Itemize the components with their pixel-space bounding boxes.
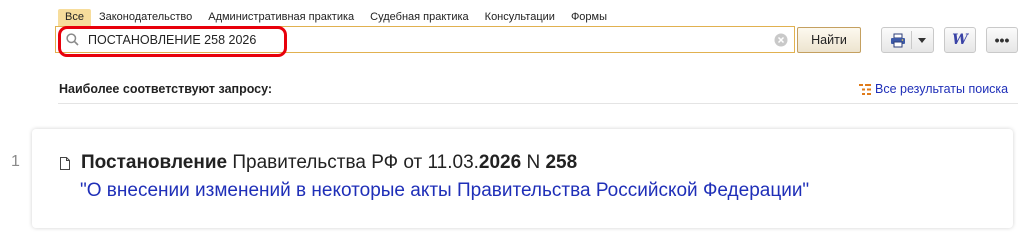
result-subtitle-link[interactable]: "О внесении изменений в некоторые акты П…	[80, 180, 809, 202]
print-icon	[891, 33, 905, 48]
filter-tabs: Все Законодательство Административная пр…	[58, 9, 615, 26]
title-part: 2026	[478, 152, 522, 173]
title-part: Постановление	[81, 152, 228, 173]
chevron-down-icon[interactable]	[918, 38, 926, 43]
result-number: 1	[11, 153, 20, 170]
result-title[interactable]: Постановление Правительства РФ от 11.03.…	[81, 152, 577, 174]
export-word-button[interactable]: W	[944, 27, 976, 53]
title-part: 258	[545, 152, 578, 173]
more-button[interactable]: •••	[986, 27, 1018, 53]
tab-judicial-practice[interactable]: Судебная практика	[362, 9, 476, 26]
all-results-link[interactable]: Все результаты поиска	[859, 82, 1008, 96]
search-input[interactable]	[88, 30, 778, 50]
print-divider	[911, 31, 912, 49]
print-button[interactable]	[881, 27, 934, 53]
search-icon	[66, 33, 79, 46]
results-heading: Наиболее соответствуют запросу:	[59, 82, 273, 96]
word-icon: W	[952, 32, 968, 48]
title-part: N	[521, 152, 546, 173]
search-box	[55, 26, 795, 53]
document-icon	[60, 157, 70, 170]
title-part: Правительства РФ от 11.03.	[227, 152, 479, 173]
tree-list-icon	[859, 83, 871, 95]
tab-consultations[interactable]: Консультации	[477, 9, 563, 26]
clear-icon[interactable]	[774, 33, 788, 47]
find-button[interactable]: Найти	[797, 27, 861, 53]
divider	[58, 103, 1018, 104]
tab-administrative-practice[interactable]: Административная практика	[200, 9, 362, 26]
tab-legislation[interactable]: Законодательство	[91, 9, 200, 26]
all-results-label: Все результаты поиска	[875, 82, 1009, 96]
result-card[interactable]	[32, 129, 1013, 228]
tab-all[interactable]: Все	[58, 9, 91, 26]
more-icon: •••	[994, 32, 1010, 48]
tab-forms[interactable]: Формы	[563, 9, 615, 26]
